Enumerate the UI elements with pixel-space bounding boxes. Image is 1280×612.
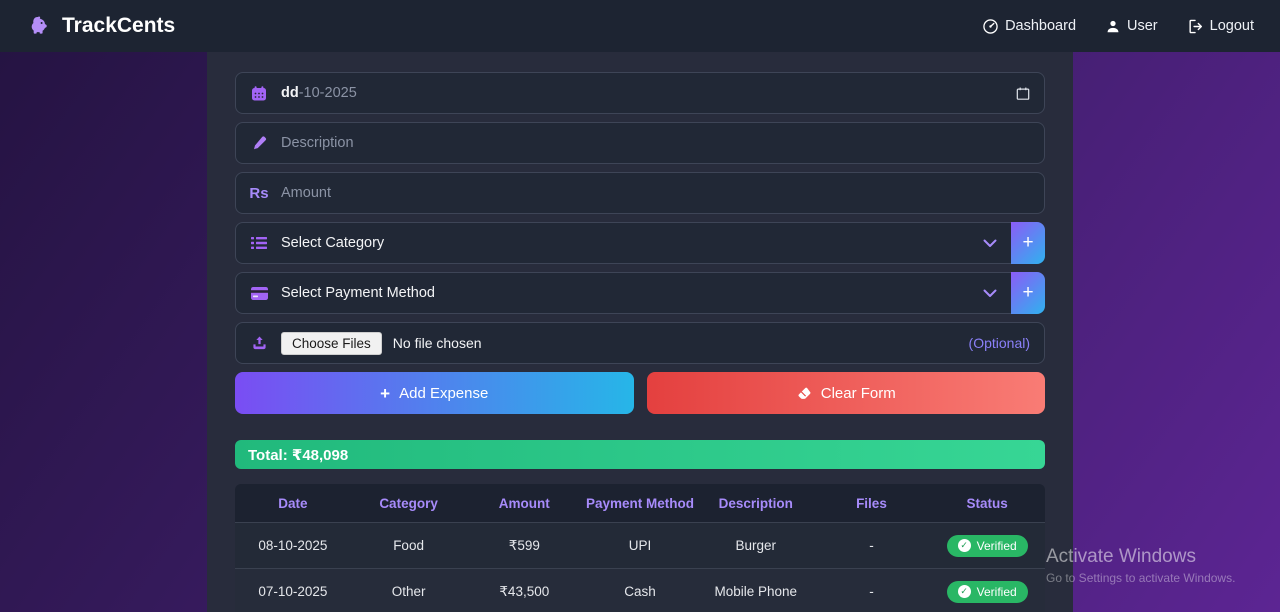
header-description: Description [698,496,814,511]
category-select[interactable]: Select Category [235,222,1011,264]
table-row: 08-10-2025 Food ₹599 UPI Burger - ✓ Veri… [235,522,1045,568]
cell-payment-method: UPI [582,538,698,553]
header-status: Status [929,496,1045,511]
chevron-down-icon [983,289,997,298]
navbar: TrackCents Dashboard User [0,0,1280,52]
check-circle-icon: ✓ [958,585,971,598]
optional-label: (Optional) [969,335,1030,351]
cell-date: 07-10-2025 [235,584,351,599]
list-icon [250,236,268,250]
status-badge-label: Verified [977,539,1017,553]
eraser-icon [796,386,812,401]
user-icon [1106,19,1120,34]
file-chosen-status: No file chosen [393,335,482,351]
clear-form-label: Clear Form [821,385,896,402]
cell-amount: ₹43,500 [466,584,582,600]
header-date: Date [235,496,351,511]
activate-windows-watermark: Activate Windows Go to Settings to activ… [1046,546,1235,585]
date-picker-icon[interactable] [1016,86,1030,101]
cell-status: ✓ Verified [929,581,1045,603]
nav-item-logout[interactable]: Logout [1188,18,1254,34]
status-badge: ✓ Verified [947,535,1028,557]
form-actions: + Add Expense Clear Form [235,372,1045,414]
payment-selected-value: Select Payment Method [281,285,435,301]
nav-item-label: Logout [1210,18,1254,34]
nav-item-label: User [1127,18,1158,34]
nav-item-label: Dashboard [1005,18,1076,34]
payment-row: Select Payment Method + [235,272,1045,314]
nav-item-user[interactable]: User [1106,18,1158,34]
category-selected-value: Select Category [281,235,384,251]
nav-item-dashboard[interactable]: Dashboard [983,18,1076,34]
plus-icon: + [380,385,390,402]
check-circle-icon: ✓ [958,539,971,552]
expense-form: dd-10-2025 Rs [235,52,1045,612]
upload-icon [250,335,268,351]
main-panel: dd-10-2025 Rs [207,52,1073,612]
cell-files: - [814,538,930,553]
clear-form-button[interactable]: Clear Form [647,372,1046,414]
date-rest-segment[interactable]: -10-2025 [299,85,357,101]
total-label: Total: ₹48,098 [248,446,348,464]
header-amount: Amount [466,496,582,511]
cell-description: Mobile Phone [698,584,814,599]
brand[interactable]: TrackCents [26,14,175,38]
description-field [235,122,1045,164]
add-expense-button[interactable]: + Add Expense [235,372,634,414]
brand-title: TrackCents [62,14,175,38]
cell-date: 08-10-2025 [235,538,351,553]
expense-table: Date Category Amount Payment Method Desc… [235,484,1045,612]
amount-input[interactable] [281,185,1030,201]
add-category-button[interactable]: + [1011,222,1045,264]
nav-links: Dashboard User Logout [983,18,1254,34]
cell-description: Burger [698,538,814,553]
cell-amount: ₹599 [466,538,582,554]
status-badge-label: Verified [977,585,1017,599]
credit-card-icon [250,287,268,300]
header-files: Files [814,496,930,511]
amount-field: Rs [235,172,1045,214]
piggy-bank-icon [26,14,52,38]
cell-status: ✓ Verified [929,535,1045,557]
header-payment-method: Payment Method [582,496,698,511]
file-field: Choose Files No file chosen (Optional) [235,322,1045,364]
chevron-down-icon [983,239,997,248]
gauge-icon [983,19,998,34]
date-input[interactable]: dd-10-2025 [235,72,1045,114]
add-expense-label: Add Expense [399,385,488,402]
calendar-icon [250,85,268,102]
status-badge: ✓ Verified [947,581,1028,603]
add-payment-method-button[interactable]: + [1011,272,1045,314]
table-header: Date Category Amount Payment Method Desc… [235,484,1045,522]
rupee-icon: Rs [250,185,268,202]
description-input[interactable] [281,135,1030,151]
date-value: dd-10-2025 [281,85,357,101]
table-row: 07-10-2025 Other ₹43,500 Cash Mobile Pho… [235,568,1045,612]
watermark-title: Activate Windows [1046,546,1235,568]
logout-icon [1188,19,1203,34]
watermark-subtitle: Go to Settings to activate Windows. [1046,571,1235,585]
header-category: Category [351,496,467,511]
cell-category: Food [351,538,467,553]
total-bar: Total: ₹48,098 [235,440,1045,469]
cell-files: - [814,584,930,599]
cell-payment-method: Cash [582,584,698,599]
payment-select[interactable]: Select Payment Method [235,272,1011,314]
cell-category: Other [351,584,467,599]
date-day-segment[interactable]: dd [281,85,299,101]
pencil-icon [250,135,268,151]
choose-files-button[interactable]: Choose Files [281,332,382,355]
category-row: Select Category + [235,222,1045,264]
